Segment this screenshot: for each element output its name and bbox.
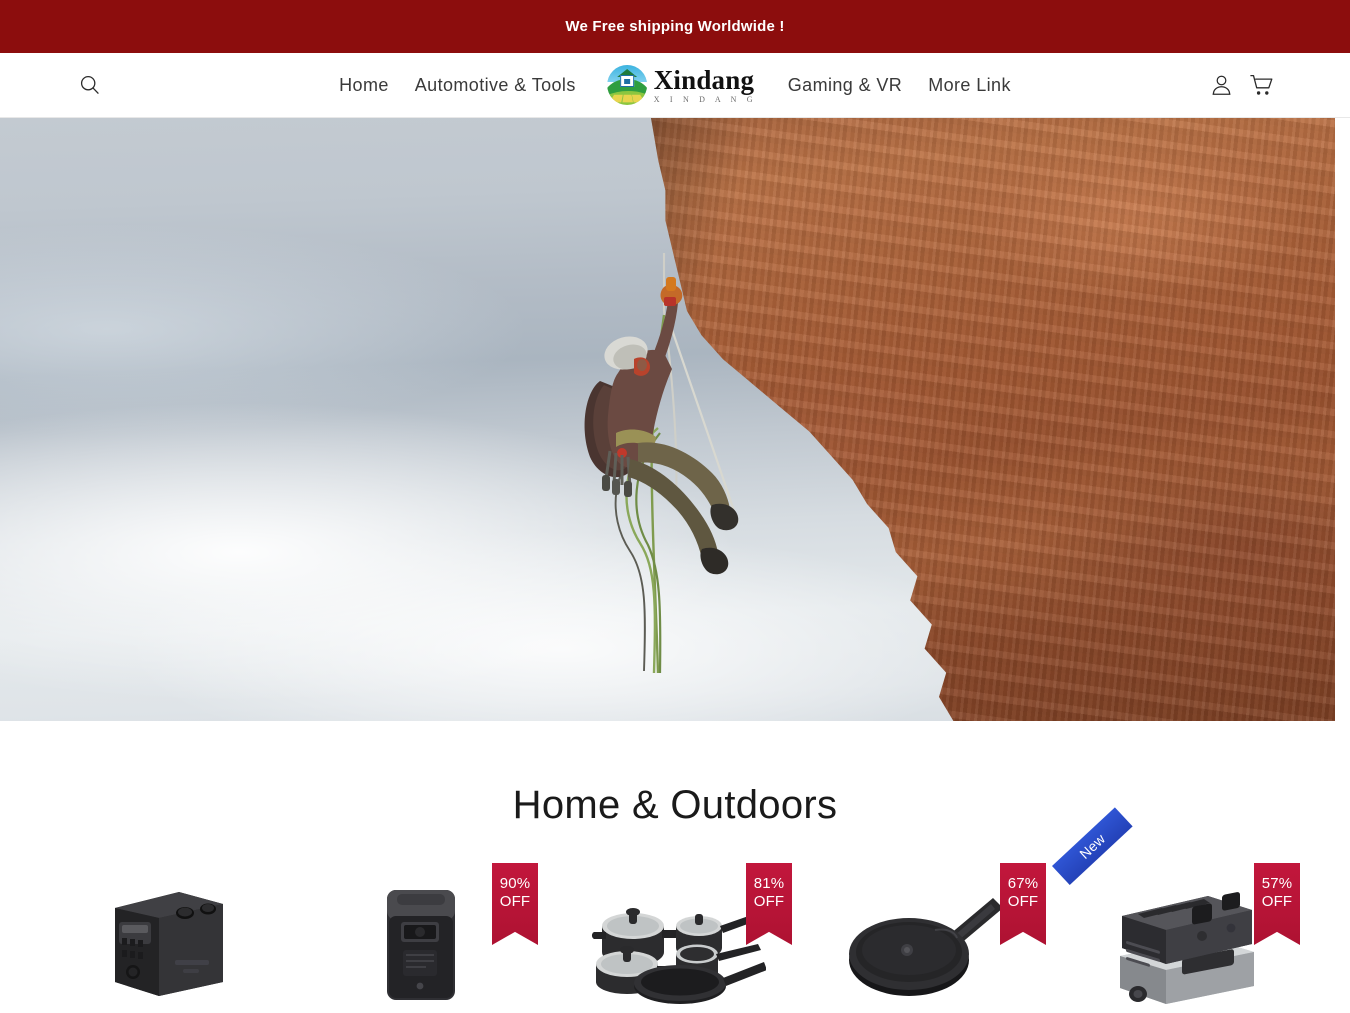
shopping-cart-icon-glyph: [1249, 74, 1272, 95]
account-person-icon-glyph: [1212, 75, 1230, 95]
header-actions: [1208, 72, 1274, 98]
house-landscape-circle-logo-icon: [606, 65, 647, 105]
power-station-large-illustration: [1120, 892, 1254, 1004]
collection-section: Home & Outdoors 90% OFF 81% OFF 67% OFF …: [0, 721, 1350, 1013]
rock-climber-illustration: [584, 253, 740, 674]
badge-off: OFF: [753, 892, 785, 910]
product-image-power-station-side: [40, 876, 294, 1013]
primary-navigation: Home Automotive & Tools Xindang X I N D …: [326, 65, 1024, 105]
announcement-bar: We Free shipping Worldwide !: [0, 0, 1350, 53]
badge-percent: 90%: [499, 875, 531, 892]
product-grid: 90% OFF 81% OFF 67% OFF New 57% OFF: [0, 807, 1350, 1013]
hero-banner[interactable]: [0, 118, 1335, 721]
search-icon[interactable]: [76, 71, 104, 99]
badge-off: OFF: [499, 892, 531, 910]
cookware-set-illustration: [591, 908, 766, 1004]
logo-tagline: X I N D A N G: [653, 94, 757, 104]
badge-off: OFF: [1007, 892, 1039, 910]
badge-percent: 57%: [1261, 875, 1293, 892]
nav-item-automotive-tools[interactable]: Automotive & Tools: [402, 75, 589, 96]
badge-off: OFF: [1261, 892, 1293, 910]
badge-percent: 81%: [753, 875, 785, 892]
product-card-large-power-station-wheeled[interactable]: New 57% OFF: [1052, 807, 1310, 1013]
site-logo[interactable]: Xindang X I N D A N G: [606, 64, 757, 105]
nav-item-gaming-vr[interactable]: Gaming & VR: [775, 75, 915, 96]
product-card-portable-power-station-black-front[interactable]: 90% OFF: [294, 863, 548, 1013]
logo-wordmark: Xindang: [653, 64, 755, 95]
page-title: Home & Outdoors: [512, 783, 838, 827]
frying-pan-illustration: [849, 898, 1003, 996]
product-card-nonstick-frying-pan[interactable]: 67% OFF: [802, 863, 1056, 1013]
product-card-portable-power-station-black-side[interactable]: [40, 876, 294, 1013]
badge-percent: 67%: [1007, 875, 1039, 892]
power-station-side-illustration: [115, 892, 223, 996]
product-card-nonstick-cookware-set[interactable]: 81% OFF: [548, 863, 802, 1013]
nav-item-home[interactable]: Home: [326, 75, 402, 96]
announcement-text: We Free shipping Worldwide !: [565, 18, 785, 35]
shopping-cart-icon[interactable]: [1248, 72, 1274, 98]
power-station-front-illustration: [387, 890, 455, 1000]
site-header: Home Automotive & Tools Xindang X I N D …: [0, 53, 1350, 118]
search-icon-glyph: [80, 75, 99, 95]
nav-item-more-link[interactable]: More Link: [915, 75, 1024, 96]
account-person-icon[interactable]: [1208, 72, 1234, 98]
